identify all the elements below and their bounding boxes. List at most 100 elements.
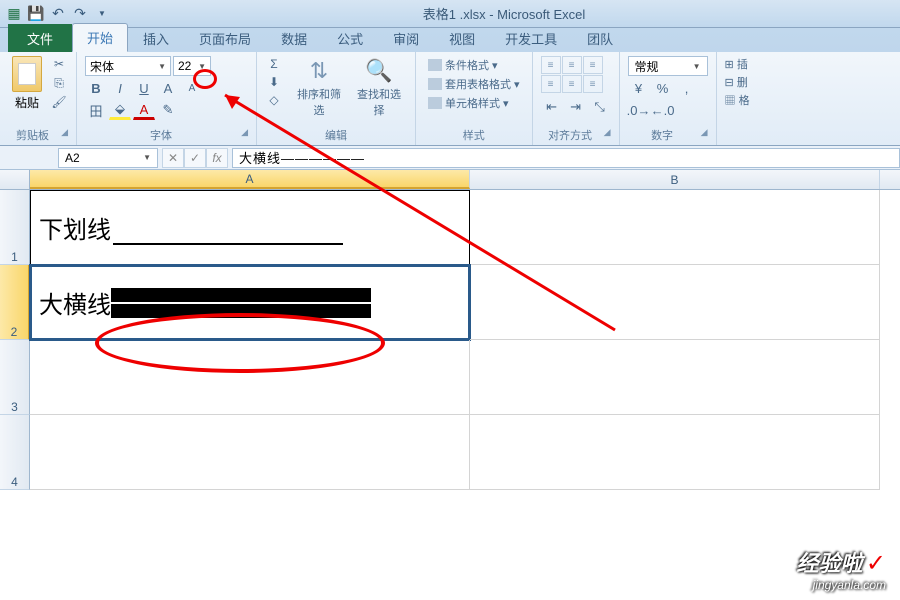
col-header-B[interactable]: B — [470, 170, 880, 189]
row-header-3[interactable]: 3 — [0, 340, 30, 415]
table-format-button[interactable]: 套用表格格式 ▾ — [424, 75, 524, 93]
chevron-down-icon: ▼ — [143, 153, 151, 162]
tab-insert[interactable]: 插入 — [128, 24, 184, 52]
tab-developer[interactable]: 开发工具 — [490, 24, 572, 52]
font-grow-icon[interactable]: A — [157, 78, 179, 98]
format-cells-button[interactable]: ▦ 格 — [725, 92, 750, 108]
increase-decimal[interactable]: .0→ — [628, 100, 650, 120]
italic-button[interactable]: I — [109, 78, 131, 98]
comma-button[interactable]: , — [676, 78, 698, 98]
cell-styles-button[interactable]: 单元格样式 ▾ — [424, 94, 524, 112]
grid-area: A B 1 2 3 4 下划线 大横线 — [0, 170, 900, 600]
align-top-right[interactable]: ≡ — [583, 56, 603, 74]
font-name-value: 宋体 — [90, 58, 114, 75]
row-header-1[interactable]: 1 — [0, 190, 30, 265]
tab-view[interactable]: 视图 — [434, 24, 490, 52]
cell-A2[interactable]: 大横线 — [30, 265, 470, 340]
row-header-2[interactable]: 2 — [0, 265, 30, 340]
bold-button[interactable]: B — [85, 78, 107, 98]
qat-dropdown-icon[interactable]: ▼ — [92, 4, 112, 24]
clipboard-launcher-icon[interactable]: ◢ — [61, 127, 68, 138]
font-color-button[interactable]: A — [133, 100, 155, 120]
decrease-decimal[interactable]: ←.0 — [652, 100, 674, 120]
cell-B1[interactable] — [470, 190, 880, 265]
number-label: 数字 — [651, 130, 673, 142]
paste-button[interactable]: 粘贴 — [8, 56, 46, 111]
indent-decrease[interactable]: ⇤ — [541, 97, 563, 117]
name-box[interactable]: A2 ▼ — [58, 148, 158, 168]
indent-increase[interactable]: ⇥ — [565, 97, 587, 117]
underline-button[interactable]: U — [133, 78, 155, 98]
window-title: 表格1 .xlsx - Microsoft Excel — [112, 4, 896, 23]
fill-color-button[interactable]: ⬙ — [109, 100, 131, 120]
insert-cells-button[interactable]: ⊞ 插 — [725, 56, 748, 72]
cell-A4[interactable] — [30, 415, 470, 490]
align-bottom-right[interactable]: ≡ — [583, 75, 603, 93]
cancel-formula-icon[interactable]: ✕ — [162, 148, 184, 168]
currency-button[interactable]: ¥ — [628, 78, 650, 98]
align-bottom-left[interactable]: ≡ — [541, 75, 561, 93]
cell-A1[interactable]: 下划线 — [30, 190, 470, 265]
cell-styles-icon — [428, 97, 442, 109]
column-headers: A B — [0, 170, 900, 190]
number-launcher-icon[interactable]: ◢ — [701, 127, 708, 138]
excel-icon[interactable]: ▦ — [4, 4, 24, 24]
tab-formulas[interactable]: 公式 — [322, 24, 378, 52]
tab-team[interactable]: 团队 — [572, 24, 628, 52]
enter-formula-icon[interactable]: ✓ — [184, 148, 206, 168]
styles-label: 样式 — [463, 130, 485, 142]
tab-home[interactable]: 开始 — [72, 23, 128, 52]
align-top-center[interactable]: ≡ — [562, 56, 582, 74]
undo-icon[interactable]: ↶ — [48, 4, 68, 24]
conditional-format-button[interactable]: 条件格式 ▾ — [424, 56, 524, 74]
align-top-left[interactable]: ≡ — [541, 56, 561, 74]
cell-A3[interactable] — [30, 340, 470, 415]
alignment-launcher-icon[interactable]: ◢ — [604, 127, 611, 138]
border-button[interactable]: 田 — [85, 100, 107, 120]
number-format-select[interactable]: 常规 ▼ — [628, 56, 708, 76]
sort-label: 排序和筛选 — [293, 86, 345, 118]
check-icon: ✓ — [866, 550, 886, 577]
cell-B3[interactable] — [470, 340, 880, 415]
redo-icon[interactable]: ↷ — [70, 4, 90, 24]
underline-line — [113, 219, 343, 245]
tab-page-layout[interactable]: 页面布局 — [184, 24, 266, 52]
editing-label: 编辑 — [325, 130, 347, 142]
autosum-icon[interactable]: Σ — [265, 56, 283, 72]
row-headers: 1 2 3 4 — [0, 190, 30, 490]
col-header-A[interactable]: A — [30, 170, 470, 189]
row-header-4[interactable]: 4 — [0, 415, 30, 490]
percent-button[interactable]: % — [652, 78, 674, 98]
select-all-corner[interactable] — [0, 170, 30, 189]
phonetic-button[interactable]: ✎ — [157, 100, 179, 120]
fx-icon[interactable]: fx — [206, 148, 228, 168]
font-launcher-icon[interactable]: ◢ — [241, 127, 248, 138]
format-painter-icon[interactable]: 🖌 — [50, 94, 68, 110]
orientation-button[interactable]: ⤡ — [589, 97, 611, 117]
group-editing: Σ ⬇ ◇ ⇅ 排序和筛选 🔍 查找和选择 编辑 — [257, 52, 416, 145]
tab-file[interactable]: 文件 — [8, 24, 72, 52]
black-bar — [111, 304, 371, 318]
font-shrink-icon[interactable]: A — [181, 78, 203, 98]
font-size-select[interactable]: 22 ▼ — [173, 56, 211, 76]
fill-icon[interactable]: ⬇ — [265, 74, 283, 90]
formula-input[interactable]: 大横线—————— — [232, 148, 900, 168]
cut-icon[interactable]: ✂ — [50, 56, 68, 72]
cell-B2[interactable] — [470, 265, 880, 340]
tab-data[interactable]: 数据 — [266, 24, 322, 52]
delete-cells-button[interactable]: ⊟ 删 — [725, 74, 748, 90]
cell-B4[interactable] — [470, 415, 880, 490]
sort-filter-button[interactable]: ⇅ 排序和筛选 — [291, 56, 347, 120]
copy-icon[interactable]: ⎘ — [50, 75, 68, 91]
tab-review[interactable]: 审阅 — [378, 24, 434, 52]
watermark-url: jingyanla.com — [797, 578, 886, 592]
save-icon[interactable]: 💾 — [26, 4, 46, 24]
find-select-button[interactable]: 🔍 查找和选择 — [351, 56, 407, 120]
paste-label: 粘贴 — [15, 94, 39, 111]
ribbon-panel: 粘贴 ✂ ⎘ 🖌 剪贴板◢ 宋体 ▼ 22 ▼ B — [0, 52, 900, 146]
number-format-value: 常规 — [635, 58, 659, 75]
align-bottom-center[interactable]: ≡ — [562, 75, 582, 93]
formula-value: 大横线—————— — [239, 148, 365, 167]
font-name-select[interactable]: 宋体 ▼ — [85, 56, 171, 76]
clear-icon[interactable]: ◇ — [265, 92, 283, 108]
